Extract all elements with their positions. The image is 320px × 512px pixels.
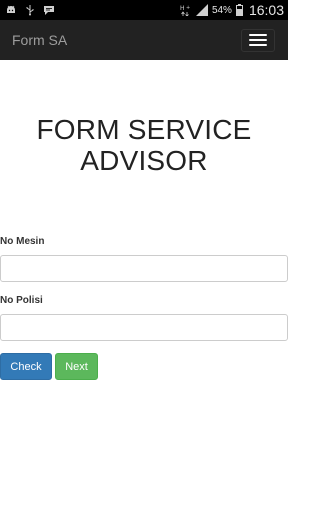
page-title: FORM SERVICE ADVISOR: [0, 114, 288, 176]
navbar-toggle-button[interactable]: [241, 28, 275, 52]
next-button[interactable]: Next: [55, 353, 98, 380]
hamburger-menu-icon-bar: [249, 39, 267, 41]
no-mesin-label: No Mesin: [0, 236, 45, 247]
android-icon: [5, 4, 17, 16]
status-bar: H + 54% 16:03: [0, 0, 288, 20]
check-button[interactable]: Check: [0, 353, 52, 380]
data-transfer-icon: H +: [180, 4, 192, 16]
no-mesin-input[interactable]: [0, 255, 288, 282]
top-navbar: Form SA: [0, 20, 288, 60]
svg-text:+: +: [186, 5, 190, 11]
hamburger-menu-icon: [249, 34, 267, 36]
status-bar-notifications: [0, 4, 55, 16]
hamburger-menu-icon-bar: [249, 44, 267, 46]
usb-icon: [24, 4, 36, 16]
no-polisi-label: No Polisi: [0, 295, 43, 306]
page-title-line1: FORM SERVICE: [36, 114, 252, 145]
svg-text:H: H: [180, 5, 185, 12]
navbar-brand[interactable]: Form SA: [0, 32, 67, 48]
chat-icon: [43, 4, 55, 16]
status-bar-system: H + 54% 16:03: [180, 2, 288, 18]
battery-icon: [235, 4, 243, 16]
status-clock: 16:03: [248, 2, 284, 18]
no-polisi-input[interactable]: [0, 314, 288, 341]
signal-icon: [195, 4, 208, 16]
page-title-line2: ADVISOR: [80, 145, 208, 176]
battery-percent: 54%: [211, 4, 232, 16]
